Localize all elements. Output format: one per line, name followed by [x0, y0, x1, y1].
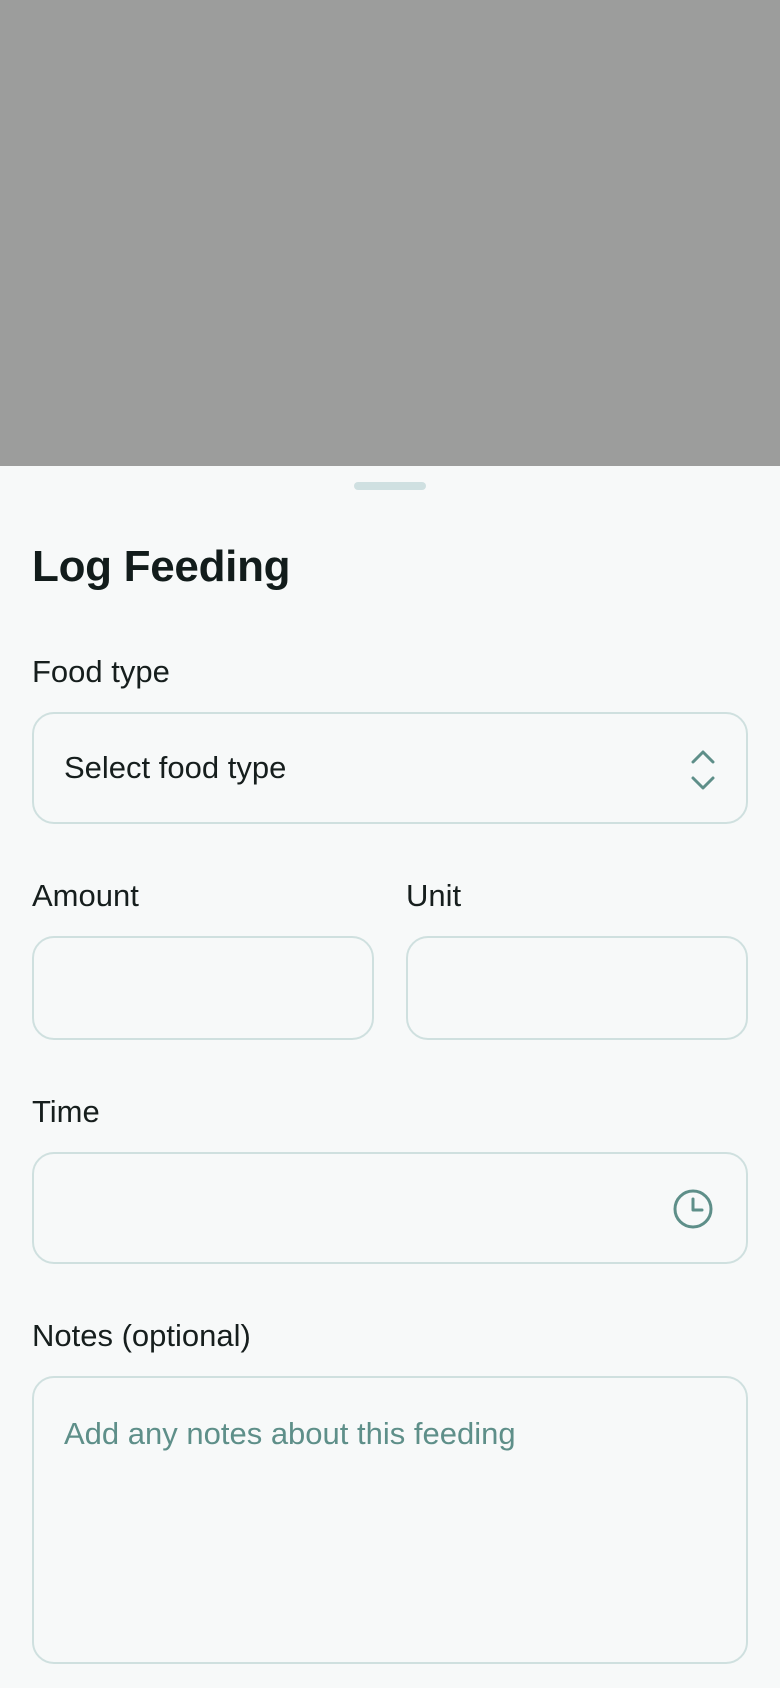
- amount-field[interactable]: [32, 936, 374, 1040]
- notes-textarea[interactable]: [34, 1378, 746, 1662]
- time-field[interactable]: [32, 1152, 748, 1264]
- unit-input[interactable]: [408, 938, 746, 1038]
- notes-label: Notes (optional): [32, 1318, 251, 1353]
- drag-handle[interactable]: [354, 482, 426, 490]
- amount-label: Amount: [32, 878, 139, 913]
- clock-icon[interactable]: [672, 1188, 714, 1230]
- chevron-up-down-icon: [691, 750, 715, 790]
- time-input[interactable]: [34, 1154, 746, 1262]
- time-label: Time: [32, 1094, 100, 1129]
- food-type-selected-value: Select food type: [64, 750, 287, 785]
- amount-input[interactable]: [34, 938, 372, 1038]
- bottom-sheet: Log Feeding Food type Select food type A…: [0, 466, 780, 1688]
- food-type-select[interactable]: Select food type: [32, 712, 748, 824]
- sheet-title: Log Feeding: [32, 542, 291, 591]
- unit-field[interactable]: [406, 936, 748, 1040]
- food-type-label: Food type: [32, 654, 170, 689]
- unit-label: Unit: [406, 878, 462, 913]
- notes-field[interactable]: [32, 1376, 748, 1664]
- modal-backdrop[interactable]: [0, 0, 780, 466]
